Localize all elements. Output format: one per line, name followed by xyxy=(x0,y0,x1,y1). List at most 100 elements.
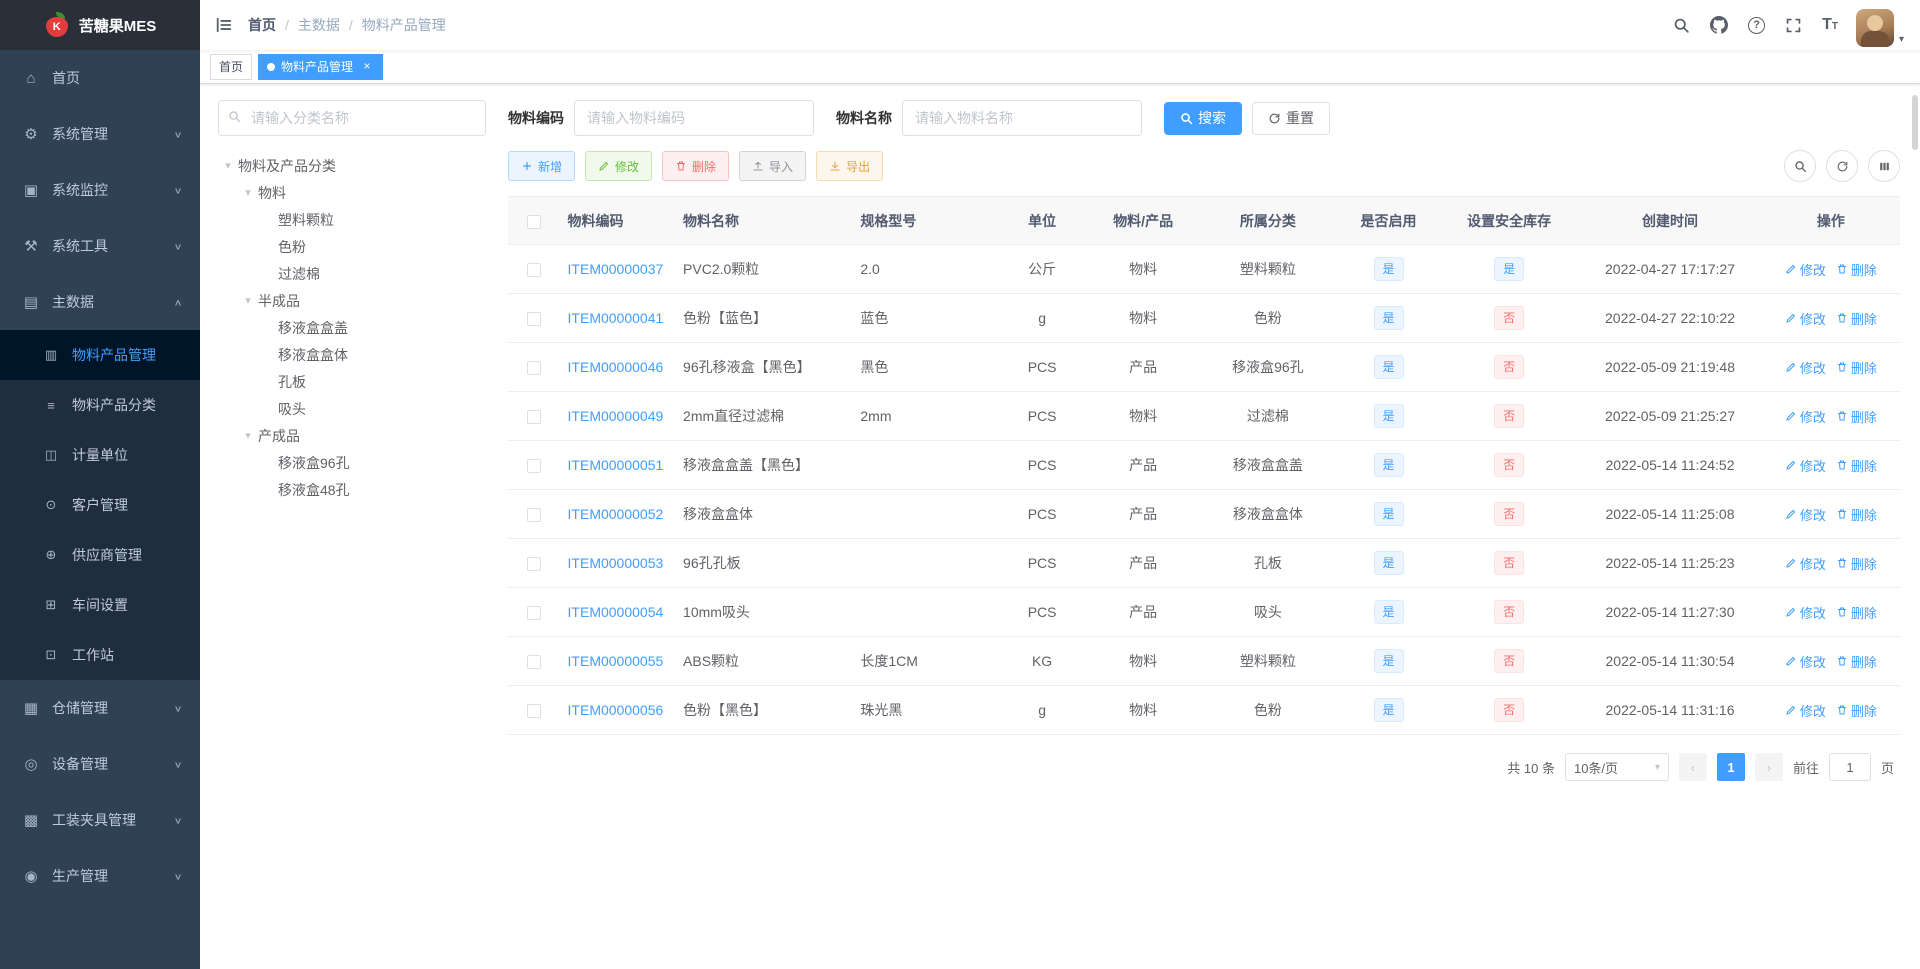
add-button[interactable]: 新增 xyxy=(508,151,576,181)
material-code-link[interactable]: ITEM00000053 xyxy=(568,555,664,571)
row-edit-button[interactable]: 修改 xyxy=(1785,407,1826,426)
toggle-search-button[interactable] xyxy=(1784,150,1816,182)
import-button[interactable]: 导入 xyxy=(739,151,807,181)
material-code-link[interactable]: ITEM00000041 xyxy=(568,310,664,326)
delete-button[interactable]: 删除 xyxy=(662,151,730,181)
select-all-checkbox[interactable] xyxy=(526,214,541,229)
tree-node[interactable]: 色粉 xyxy=(218,233,486,260)
tree-node[interactable]: 吸头 xyxy=(218,395,486,422)
row-delete-button[interactable]: 删除 xyxy=(1836,505,1877,524)
material-name-input[interactable] xyxy=(902,100,1142,136)
sidebar-item-production-manage[interactable]: ◉ 生产管理 ∨ xyxy=(0,848,200,904)
sidebar-item-workshop-settings[interactable]: ⊞ 车间设置 xyxy=(0,580,200,630)
row-edit-button[interactable]: 修改 xyxy=(1785,260,1826,279)
row-edit-button[interactable]: 修改 xyxy=(1785,652,1826,671)
tree-node[interactable]: 移液盒48孔 xyxy=(218,476,486,503)
sidebar-item-supplier-manage[interactable]: ⊕ 供应商管理 xyxy=(0,530,200,580)
reset-button[interactable]: 重置 xyxy=(1252,101,1330,135)
row-checkbox[interactable] xyxy=(526,312,541,327)
row-delete-button[interactable]: 删除 xyxy=(1836,309,1877,328)
row-delete-button[interactable]: 删除 xyxy=(1836,603,1877,622)
tree-node[interactable]: 移液盒盒盖 xyxy=(218,314,486,341)
row-edit-button[interactable]: 修改 xyxy=(1785,505,1826,524)
row-edit-button[interactable]: 修改 xyxy=(1785,309,1826,328)
refresh-button[interactable] xyxy=(1826,150,1858,182)
help-button[interactable]: ? xyxy=(1738,0,1775,50)
material-code-link[interactable]: ITEM00000056 xyxy=(568,702,664,718)
row-checkbox[interactable] xyxy=(526,704,541,719)
tree-node[interactable]: ▾ 物料及产品分类 xyxy=(218,152,486,179)
header-search-button[interactable] xyxy=(1663,0,1700,50)
tab-home[interactable]: 首页 xyxy=(210,53,253,80)
tab-material-product-manage[interactable]: 物料产品管理 × xyxy=(258,53,384,80)
page-1-button[interactable]: 1 xyxy=(1716,753,1745,781)
row-edit-button[interactable]: 修改 xyxy=(1785,603,1826,622)
github-link[interactable] xyxy=(1700,0,1738,50)
tree-node[interactable]: 移液盒盒体 xyxy=(218,341,486,368)
category-search-input[interactable] xyxy=(218,100,486,136)
tree-node[interactable]: ▾ 物料 xyxy=(218,179,486,206)
row-edit-button[interactable]: 修改 xyxy=(1785,701,1826,720)
font-size-button[interactable]: TT xyxy=(1812,0,1848,50)
row-delete-button[interactable]: 删除 xyxy=(1836,456,1877,475)
page-scrollbar[interactable] xyxy=(1912,95,1918,150)
sidebar-item-warehouse-manage[interactable]: ▦ 仓储管理 ∨ xyxy=(0,680,200,736)
sidebar-item-customer-manage[interactable]: ⊙ 客户管理 xyxy=(0,480,200,530)
next-page-button[interactable]: › xyxy=(1754,753,1783,781)
tree-node[interactable]: ▾ 产成品 xyxy=(218,422,486,449)
material-code-link[interactable]: ITEM00000054 xyxy=(568,604,664,620)
row-checkbox[interactable] xyxy=(526,459,541,474)
sidebar-item-equipment-manage[interactable]: ◎ 设备管理 ∨ xyxy=(0,736,200,792)
row-checkbox[interactable] xyxy=(526,606,541,621)
sidebar-item-fixture-manage[interactable]: ▩ 工装夹具管理 ∨ xyxy=(0,792,200,848)
row-delete-button[interactable]: 删除 xyxy=(1836,554,1877,573)
breadcrumb-item[interactable]: 首页 xyxy=(248,15,276,35)
row-edit-button[interactable]: 修改 xyxy=(1785,456,1826,475)
columns-toggle-button[interactable] xyxy=(1868,150,1900,182)
close-icon[interactable]: × xyxy=(360,59,374,74)
row-delete-button[interactable]: 删除 xyxy=(1836,407,1877,426)
tree-node[interactable]: 塑料颗粒 xyxy=(218,206,486,233)
sidebar-item-master-data[interactable]: ▤ 主数据 ∧ xyxy=(0,274,200,330)
row-checkbox[interactable] xyxy=(526,410,541,425)
goto-page-input[interactable] xyxy=(1828,753,1871,781)
export-button[interactable]: 导出 xyxy=(816,151,884,181)
material-code-link[interactable]: ITEM00000055 xyxy=(568,653,664,669)
tree-node[interactable]: 过滤棉 xyxy=(218,260,486,287)
row-checkbox[interactable] xyxy=(526,361,541,376)
tree-node[interactable]: ▾ 半成品 xyxy=(218,287,486,314)
row-delete-button[interactable]: 删除 xyxy=(1836,701,1877,720)
material-code-link[interactable]: ITEM00000051 xyxy=(568,457,664,473)
sidebar-item-system-admin[interactable]: ⚙ 系统管理 ∨ xyxy=(0,106,200,162)
row-delete-button[interactable]: 删除 xyxy=(1836,652,1877,671)
sidebar-item-material-product-manage[interactable]: ▥ 物料产品管理 xyxy=(0,330,200,380)
sidebar-item-system-monitor[interactable]: ▣ 系统监控 ∨ xyxy=(0,162,200,218)
sidebar-item-measure-unit[interactable]: ◫ 计量单位 xyxy=(0,430,200,480)
app-logo[interactable]: K 苦糖果MES xyxy=(0,0,200,50)
material-code-link[interactable]: ITEM00000049 xyxy=(568,408,664,424)
edit-button[interactable]: 修改 xyxy=(585,151,653,181)
tree-node[interactable]: 孔板 xyxy=(218,368,486,395)
row-checkbox[interactable] xyxy=(526,557,541,572)
material-code-link[interactable]: ITEM00000052 xyxy=(568,506,664,522)
sidebar-item-workstation[interactable]: ⊡ 工作站 xyxy=(0,630,200,680)
tree-node[interactable]: 移液盒96孔 xyxy=(218,449,486,476)
material-code-link[interactable]: ITEM00000037 xyxy=(568,261,664,277)
fullscreen-button[interactable] xyxy=(1775,0,1812,50)
row-checkbox[interactable] xyxy=(526,655,541,670)
search-button[interactable]: 搜索 xyxy=(1164,101,1242,135)
row-checkbox[interactable] xyxy=(526,508,541,523)
sidebar-item-home[interactable]: ⌂ 首页 xyxy=(0,50,200,106)
row-edit-button[interactable]: 修改 xyxy=(1785,554,1826,573)
material-code-link[interactable]: ITEM00000046 xyxy=(568,359,664,375)
sidebar-item-material-product-category[interactable]: ≡ 物料产品分类 xyxy=(0,380,200,430)
material-code-input[interactable] xyxy=(574,100,814,136)
page-size-select[interactable]: 10条/页 ▾ xyxy=(1564,753,1669,781)
row-delete-button[interactable]: 删除 xyxy=(1836,260,1877,279)
row-edit-button[interactable]: 修改 xyxy=(1785,358,1826,377)
sidebar-item-system-tools[interactable]: ⚒ 系统工具 ∨ xyxy=(0,218,200,274)
sidebar-toggle-button[interactable] xyxy=(200,0,248,50)
user-menu[interactable]: ▾ xyxy=(1855,3,1904,47)
row-delete-button[interactable]: 删除 xyxy=(1836,358,1877,377)
prev-page-button[interactable]: ‹ xyxy=(1678,753,1707,781)
